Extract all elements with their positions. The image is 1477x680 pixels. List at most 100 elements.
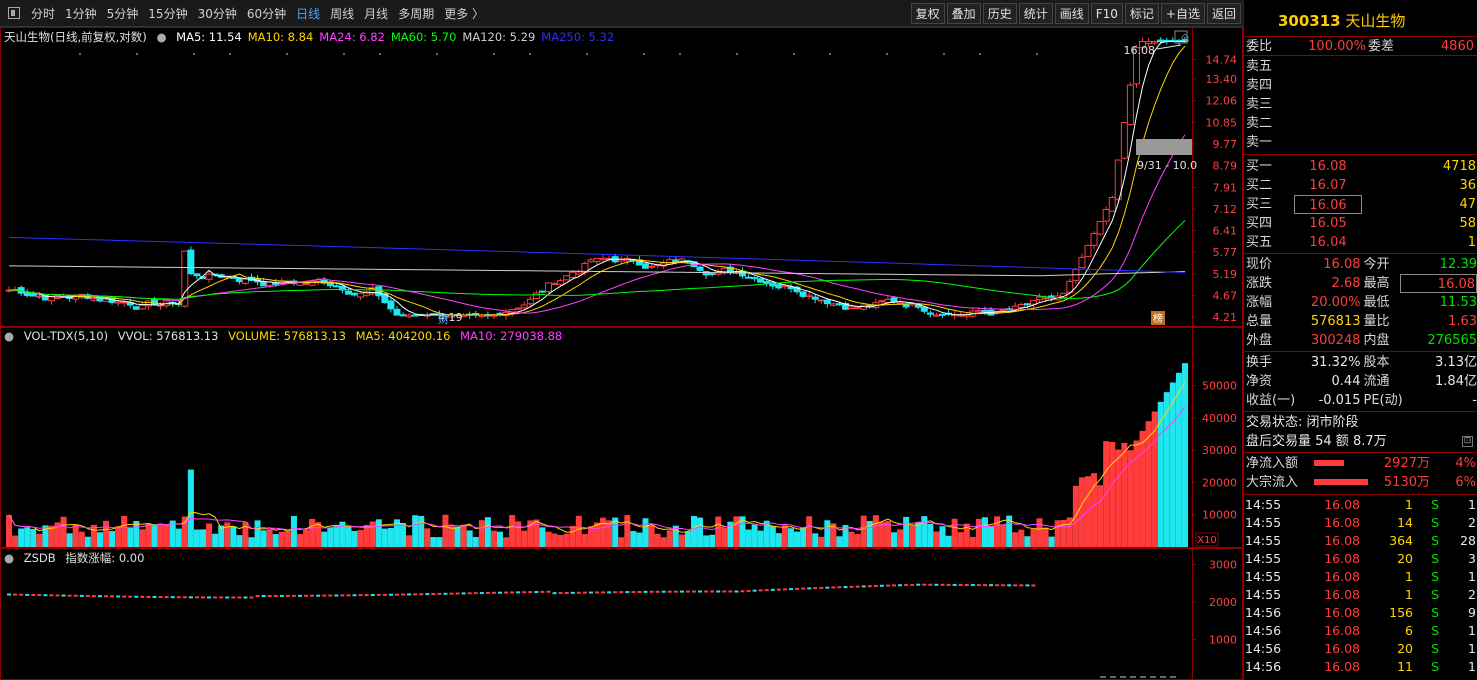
volume-bar xyxy=(848,531,855,547)
kline-candle xyxy=(745,276,753,279)
volume-bar xyxy=(891,532,898,547)
volume-bar xyxy=(381,528,388,547)
ma-legend: MA5: 11.54 MA10: 8.84 MA24: 6.82 MA60: 5.70… xyxy=(176,30,620,44)
volume-bar xyxy=(369,521,376,547)
ma-legend-item: MA60: 5.70 xyxy=(390,30,457,44)
volume-bar xyxy=(460,524,467,547)
signal-dot xyxy=(793,53,795,55)
kline-candle xyxy=(138,304,146,310)
volume-bar xyxy=(587,526,594,547)
kline-candle xyxy=(102,298,110,302)
zsdb-mark xyxy=(55,594,60,597)
tick-list[interactable]: 14:55 16.08 1 S 1 14:55 16.08 14 S 2 14:55 16.08 364… xyxy=(1244,495,1477,680)
period-tab-5[interactable]: 60分钟 xyxy=(242,5,291,22)
volume-bar xyxy=(684,531,691,547)
tick-count: 2 xyxy=(1468,587,1476,602)
zsdb-mark xyxy=(334,594,339,597)
zsdb-mark xyxy=(310,594,315,597)
weicha-value: 4860 xyxy=(1440,39,1474,54)
volume-bar xyxy=(903,516,910,547)
period-tab-8[interactable]: 月线 xyxy=(359,5,393,22)
buy-price: 16.07 xyxy=(1309,178,1347,193)
zsdb-indicator-name: ZSDB xyxy=(23,551,56,565)
zsdb-mark xyxy=(285,594,290,597)
zsdb-mark xyxy=(237,596,242,599)
volume-bar xyxy=(551,533,558,547)
quote-value: 11.53 xyxy=(1439,295,1477,310)
period-tab-10[interactable]: 更多 〉 xyxy=(439,5,489,22)
tick-count: 1 xyxy=(1439,676,1476,680)
tick-volume: 1 xyxy=(1405,569,1413,584)
y-tick-label: 10.85 xyxy=(1206,116,1238,129)
zsdb-dropdown-icon[interactable]: ● xyxy=(4,551,14,565)
kline-chart-svg[interactable]: 14.74 13.40 12.06 10.85 9.77 8.79 7.91 7.12 6.41… xyxy=(0,27,1243,680)
zsdb-mark xyxy=(273,594,278,597)
period-tab-6[interactable]: 日线 xyxy=(291,5,325,22)
quote-label: 现价 xyxy=(1246,257,1273,272)
toolbar-action-4[interactable]: 画线 xyxy=(1054,3,1089,24)
zsdb-mark xyxy=(431,593,436,596)
toolbar-action-3[interactable]: 统计 xyxy=(1018,3,1053,24)
tick-row: 14:55 16.08 14 S 2 xyxy=(1245,514,1477,532)
period-tab-0[interactable]: 分时 xyxy=(26,5,60,22)
zsdb-mark xyxy=(1007,584,1012,587)
vol-dropdown-icon[interactable]: ● xyxy=(4,329,14,343)
zsdb-mark xyxy=(13,593,18,596)
period-tab-7[interactable]: 周线 xyxy=(325,5,359,22)
buy-volume: 58 xyxy=(1459,216,1476,231)
toolbar-action-7[interactable]: +自选 xyxy=(1160,3,1205,24)
zsdb-mark xyxy=(667,590,672,593)
expand-icon[interactable]: ⊡ xyxy=(1462,436,1473,447)
volume-bar xyxy=(484,517,491,547)
toolbar-action-2[interactable]: 历史 xyxy=(982,3,1017,24)
kline-candle xyxy=(932,314,940,317)
zsdb-mark xyxy=(910,583,915,586)
tick-side: S xyxy=(1431,659,1439,674)
toolbar-action-8[interactable]: 返回 xyxy=(1206,3,1241,24)
vol-ma10-value: MA10: 279038.88 xyxy=(460,329,563,343)
zsdb-mark xyxy=(989,584,993,587)
fin-value: - xyxy=(1472,393,1477,408)
volume-bar xyxy=(345,527,352,547)
toolbar-action-6[interactable]: 标记 xyxy=(1124,3,1159,24)
zsdb-mark xyxy=(85,594,90,597)
buy-level-label: 买二 xyxy=(1246,178,1273,193)
fin-label: 收益(一) xyxy=(1246,393,1296,408)
zsdb-mark xyxy=(892,584,897,587)
period-tab-1[interactable]: 1分钟 xyxy=(60,5,102,22)
signal-dot xyxy=(436,53,438,55)
kline-candle xyxy=(575,271,583,275)
window-icon[interactable] xyxy=(8,7,20,19)
period-tab-9[interactable]: 多周期 xyxy=(393,5,439,22)
volume-bar xyxy=(878,522,885,547)
zsdb-mark xyxy=(97,595,102,598)
zsdb-mark xyxy=(128,595,133,598)
y-tick-label: 9.77 xyxy=(1213,138,1238,151)
tick-volume: 364 xyxy=(1389,533,1413,548)
chart-area[interactable]: 14.74 13.40 12.06 10.85 9.77 8.79 7.91 7.12 6.41… xyxy=(0,27,1243,680)
kline-candle xyxy=(878,300,886,303)
toolbar-action-1[interactable]: 叠加 xyxy=(946,3,981,24)
kline-candle xyxy=(526,298,534,305)
zsdb-mark xyxy=(213,596,218,599)
kline-candle xyxy=(884,298,892,304)
toolbar-action-5[interactable]: F10 xyxy=(1090,3,1123,24)
volume-bar xyxy=(806,516,813,547)
period-tab-3[interactable]: 15分钟 xyxy=(143,5,192,22)
zsdb-mark xyxy=(437,592,442,595)
tick-row: 14:56 16.08 11 S 1 xyxy=(1245,658,1477,676)
ma-dropdown-icon[interactable]: ● xyxy=(156,30,166,44)
period-tab-4[interactable]: 30分钟 xyxy=(193,5,242,22)
zsdb-mark xyxy=(201,596,205,599)
tick-count: 2 xyxy=(1468,515,1476,530)
volume-bar xyxy=(800,528,807,547)
flow-bar xyxy=(1314,460,1344,466)
quote-value: 12.39 xyxy=(1439,257,1477,272)
volume-bar xyxy=(860,515,867,547)
volume-bar xyxy=(642,518,649,547)
period-tab-2[interactable]: 5分钟 xyxy=(102,5,144,22)
toolbar-action-0[interactable]: 复权 xyxy=(910,3,945,24)
zsdb-mark xyxy=(1031,584,1036,587)
vol-tick-label: 10000 xyxy=(1202,509,1237,522)
volume-bar xyxy=(212,533,219,547)
